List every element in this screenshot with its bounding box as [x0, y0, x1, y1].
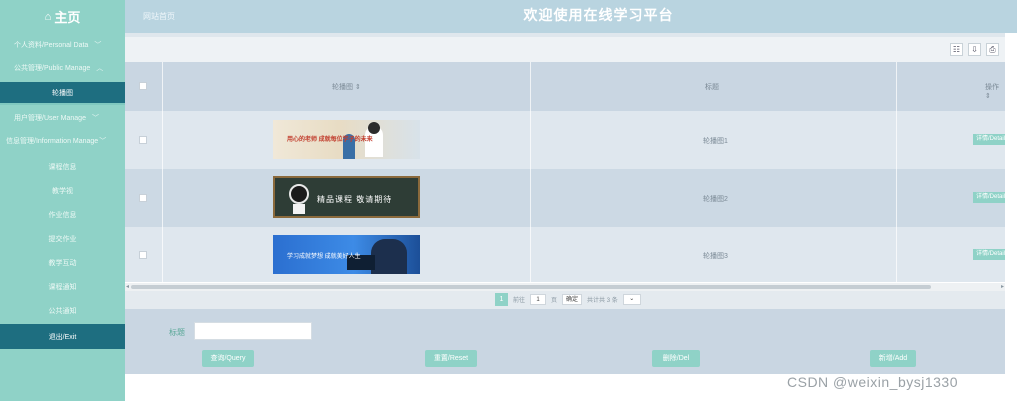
pagination: 1 前往 1 页 确定 共计共 3 条 ⌄ — [495, 293, 641, 306]
page-size-select[interactable]: ⌄ — [622, 294, 641, 305]
columns-icon[interactable]: ☷ — [950, 43, 963, 56]
query-button[interactable]: 查询/Query — [202, 350, 254, 367]
page-button-current[interactable]: 1 — [495, 293, 508, 306]
table-row: 精品课程 敬请期待 轮播图2 详情/Detail — [125, 169, 1005, 227]
total-count: 共计共 3 条 — [587, 298, 618, 304]
sidebar-item-personal-data[interactable]: 个人资料/Personal Data ﹀ — [0, 33, 125, 56]
sidebar-item-homework-info[interactable]: 作业信息 — [0, 203, 125, 227]
sidebar-item-submit-homework[interactable]: 提交作业 — [0, 227, 125, 251]
chevron-up-icon: ︿ — [96, 65, 104, 72]
sidebar-item-teaching-interaction[interactable]: 教学互动 — [0, 251, 125, 275]
sidebar-item-exit[interactable]: 退出/Exit — [0, 324, 125, 349]
sidebar-item-label: 用户管理/User Manage — [14, 115, 86, 122]
table-header: 轮播图 ⇕ 标题 操作 ⇕ — [125, 62, 1005, 111]
export-icon[interactable]: ⇩ — [968, 43, 981, 56]
sidebar-item-label: 退出/Exit — [48, 333, 77, 341]
column-header-title[interactable]: 标题 — [705, 82, 719, 92]
detail-button[interactable]: 详情/Detail — [973, 192, 1005, 203]
row-title: 轮播图1 — [703, 138, 728, 145]
sidebar-item-course-notice[interactable]: 课程通知 — [0, 275, 125, 299]
row-title: 轮播图3 — [703, 253, 728, 260]
column-header-action[interactable]: 操作 ⇕ — [985, 82, 1005, 100]
sidebar-item-public-notice[interactable]: 公共通知 — [0, 299, 125, 323]
confirm-page-button[interactable]: 确定 — [562, 294, 583, 305]
detail-button[interactable]: 详情/Detail — [973, 134, 1005, 145]
sidebar-item-information-manage[interactable]: 信息管理/Information Manage ﹀ — [0, 129, 125, 153]
banner-text: 学习成就梦想 成就美好人生 — [287, 254, 361, 260]
carousel-image: 用心的老师 成就每位学子的未来 — [273, 120, 420, 159]
sidebar-item-public-manage[interactable]: 公共管理/Public Manage ︿ — [0, 56, 125, 80]
row-checkbox[interactable] — [139, 251, 147, 259]
row-checkbox[interactable] — [139, 136, 147, 144]
delete-button[interactable]: 删除/Del — [652, 350, 700, 367]
chevron-down-icon: ﹀ — [94, 41, 102, 49]
student-figure — [371, 239, 407, 274]
goto-label: 前往 — [513, 298, 526, 304]
table-toolbar: ☷ ⇩ ⎙ — [125, 37, 1005, 62]
sidebar-item-teaching-video[interactable]: 教学视 — [0, 179, 125, 203]
sidebar-item-carousel[interactable]: 轮播图 — [0, 82, 125, 105]
sidebar-item-label: 提交作业 — [48, 236, 77, 243]
sidebar-item-label: 教学视 — [52, 188, 73, 195]
sidebar-item-label: 课程通知 — [48, 284, 77, 291]
sidebar-item-label: 信息管理/Information Manage — [6, 138, 99, 145]
search-form: 标题 查询/Query 重置/Reset 删除/Del 新增/Add — [125, 309, 1005, 374]
page-unit: 页 — [551, 298, 558, 304]
title-search-input[interactable] — [194, 322, 312, 340]
app-page: ⌂ 主页 网站首页 欢迎使用在线学习平台 个人资料/Personal Data ﹀… — [0, 0, 1017, 401]
print-icon[interactable]: ⎙ — [986, 43, 999, 56]
column-divider — [162, 62, 163, 282]
column-divider — [896, 62, 897, 282]
select-all-checkbox[interactable] — [139, 82, 147, 90]
column-header-carousel[interactable]: 轮播图 ⇕ — [332, 82, 361, 92]
pagination-bar: 1 前往 1 页 确定 共计共 3 条 ⌄ — [125, 291, 1005, 309]
banner-text: 精品课程 敬请期待 — [317, 195, 393, 204]
table-row: 用心的老师 成就每位学子的未来 轮播图1 详情/Detail — [125, 111, 1005, 169]
table-row: 学习成就梦想 成就美好人生 轮播图3 详情/Detail — [125, 227, 1005, 282]
carousel-image: 学习成就梦想 成就美好人生 — [273, 235, 420, 274]
sidebar-item-label: 轮播图 — [52, 89, 73, 97]
banner-text: 用心的老师 成就每位学子的未来 — [287, 137, 373, 143]
carousel-image: 精品课程 敬请期待 — [273, 176, 420, 218]
sidebar-item-label: 作业信息 — [48, 212, 77, 219]
page-number-input[interactable]: 1 — [530, 294, 547, 305]
row-checkbox[interactable] — [139, 194, 147, 202]
reset-button[interactable]: 重置/Reset — [425, 350, 477, 367]
site-title: 欢迎使用在线学习平台 — [523, 7, 674, 23]
title-field-label: 标题 — [169, 328, 185, 337]
row-title: 轮播图2 — [703, 196, 728, 203]
detail-button[interactable]: 详情/Detail — [973, 249, 1005, 260]
scroll-left-icon[interactable]: ◂ — [126, 283, 129, 290]
column-divider — [530, 62, 531, 282]
mascot-body — [293, 204, 305, 214]
horizontal-scrollbar[interactable]: ◂ ▸ — [125, 283, 1005, 291]
scroll-right-icon[interactable]: ▸ — [1001, 283, 1004, 290]
chevron-down-icon: ⌄ — [629, 296, 635, 302]
scrollbar-thumb[interactable] — [131, 285, 931, 289]
student-head — [368, 122, 380, 134]
chevron-down-icon: ﹀ — [99, 138, 107, 145]
sidebar-item-label: 教学互动 — [48, 260, 77, 267]
sidebar-item-label: 课程信息 — [48, 164, 77, 171]
mascot-figure — [289, 184, 309, 204]
sidebar-item-label: 公共管理/Public Manage — [14, 65, 91, 72]
sidebar-item-label: 公共通知 — [48, 308, 77, 315]
add-button[interactable]: 新增/Add — [870, 350, 916, 367]
sidebar-item-user-manage[interactable]: 用户管理/User Manage ﹀ — [0, 107, 125, 129]
watermark: CSDN @weixin_bysj1330 — [787, 374, 959, 390]
top-bar: ⌂ 主页 网站首页 欢迎使用在线学习平台 — [0, 0, 1017, 33]
sidebar-item-label: 个人资料/Personal Data — [14, 41, 89, 49]
toolbar-icons: ☷ ⇩ ⎙ — [950, 43, 999, 56]
chevron-down-icon: ﹀ — [91, 115, 99, 122]
sidebar-item-course-info[interactable]: 课程信息 — [0, 155, 125, 179]
